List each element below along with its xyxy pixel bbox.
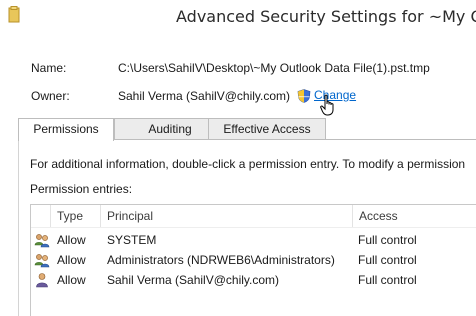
row-type: Allow bbox=[57, 273, 86, 287]
row-principal: Administrators (NDRWEB6\Administrators) bbox=[107, 253, 335, 267]
single-user-icon bbox=[36, 273, 48, 288]
owner-value: Sahil Verma (SahilV@chily.com) bbox=[118, 89, 291, 103]
group-users-icon bbox=[34, 254, 50, 268]
row-access: Full control bbox=[358, 273, 417, 287]
row-type: Allow bbox=[57, 233, 86, 247]
window-title: Advanced Security Settings for ~My Outlo… bbox=[176, 7, 476, 26]
row-principal: Sahil Verma (SahilV@chily.com) bbox=[107, 273, 280, 287]
column-header-icon[interactable] bbox=[31, 205, 51, 227]
row-type: Allow bbox=[57, 253, 86, 267]
header-divider bbox=[31, 227, 476, 228]
group-users-icon bbox=[34, 234, 50, 248]
hand-cursor-icon bbox=[320, 94, 334, 116]
column-header-access[interactable]: Access bbox=[353, 205, 476, 227]
row-access: Full control bbox=[358, 233, 417, 247]
permission-entries-label: Permission entries: bbox=[30, 182, 133, 196]
column-header-principal[interactable]: Principal bbox=[101, 205, 353, 227]
name-value: C:\Users\SahilV\Desktop\~My Outlook Data… bbox=[118, 61, 430, 75]
table-row[interactable]: Allow Sahil Verma (SahilV@chily.com) Ful… bbox=[31, 270, 476, 290]
uac-shield-icon bbox=[297, 89, 311, 103]
tab-permissions[interactable]: Permissions bbox=[18, 118, 114, 141]
row-principal: SYSTEM bbox=[107, 233, 157, 247]
row-access: Full control bbox=[358, 253, 417, 267]
permission-entries-list[interactable]: Type Principal Access Allow SYSTEM Full … bbox=[30, 204, 476, 316]
folder-icon bbox=[8, 6, 20, 23]
name-label: Name: bbox=[31, 61, 67, 75]
owner-label: Owner: bbox=[31, 89, 70, 103]
table-row[interactable]: Allow Administrators (NDRWEB6\Administra… bbox=[31, 250, 476, 270]
column-header-type[interactable]: Type bbox=[51, 205, 101, 227]
permissions-info-text: For additional information, double-click… bbox=[30, 157, 466, 171]
security-settings-window: Advanced Security Settings for ~My Outlo… bbox=[0, 0, 476, 316]
tab-effective-access[interactable]: Effective Access bbox=[208, 118, 326, 139]
table-row[interactable]: Allow SYSTEM Full control bbox=[31, 230, 476, 250]
title-bar[interactable]: Advanced Security Settings for ~My Outlo… bbox=[0, 0, 476, 37]
tab-strip: Permissions Auditing Effective Access bbox=[18, 118, 476, 141]
